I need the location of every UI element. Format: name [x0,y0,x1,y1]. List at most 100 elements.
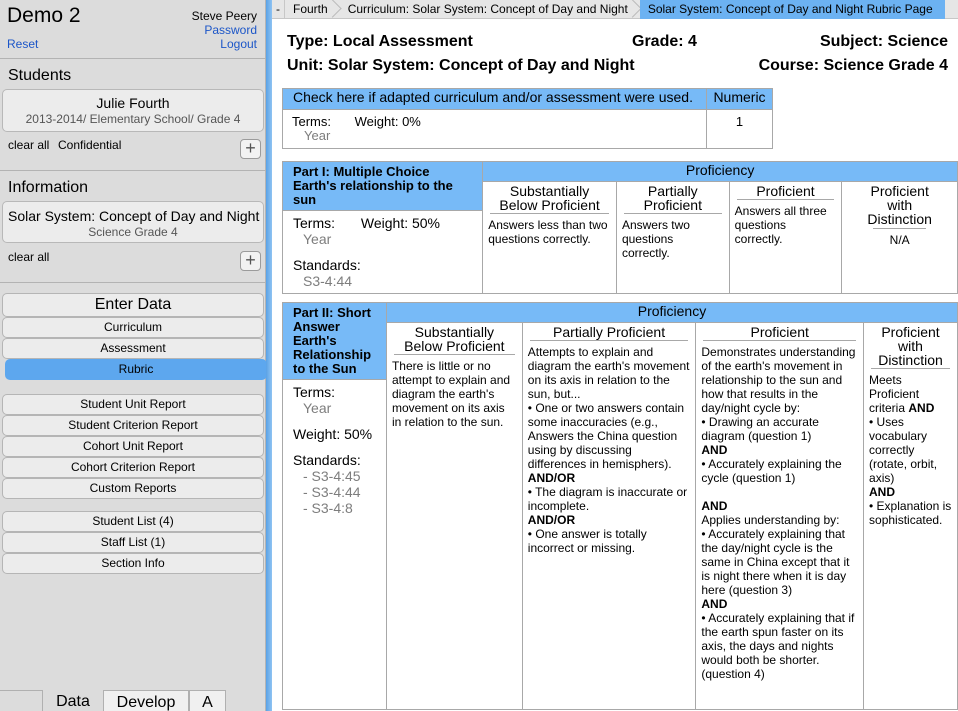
selected-unit-card[interactable]: Solar System: Concept of Day and Night S… [2,201,264,243]
nav-student-list[interactable]: Student List (4) [2,511,264,532]
rubric-line: • Drawing an accurate diagram (question … [701,415,819,443]
assessment-type: Type: Local Assessment [287,33,473,50]
terms-value: Year [303,231,332,247]
confidential-toggle[interactable]: Confidential [58,138,121,152]
adapted-table: Check here if adapted curriculum and/or … [282,88,773,149]
level-desc: N/A [889,233,910,247]
nav-assessment[interactable]: Assessment [2,338,264,359]
students-title: Students [8,67,72,84]
logout-link[interactable]: Logout [220,37,257,51]
part-1-level[interactable]: Substantially Below Proficient Answers l… [482,181,617,294]
nav-custom-reports[interactable]: Custom Reports [2,478,264,499]
terms-label: Terms: [293,384,335,400]
part-1-level[interactable]: Proficient Answers all three questions c… [728,181,843,294]
breadcrumb-student[interactable]: Fourth [285,0,334,19]
nav-cohort-criterion-report[interactable]: Cohort Criterion Report [2,457,264,478]
terms-label: Terms: [292,114,331,129]
nav-staff-list[interactable]: Staff List (1) [2,532,264,553]
nav-cohort-unit-report[interactable]: Cohort Unit Report [2,436,264,457]
numeric-value[interactable]: 1 [706,109,773,149]
unit-name: Solar System: Concept of Day and Night [8,208,260,224]
part-2-level[interactable]: Substantially Below Proficient There is … [385,322,523,710]
standard-item: - S3-4:44 [303,484,361,500]
part-1-level[interactable]: Partially Proficient Answers two questio… [615,181,730,294]
rubric-line: AND [701,499,728,513]
level-desc: Answers two questions correctly. [621,218,690,260]
standard-item: - S3-4:8 [303,500,353,516]
grade: Grade: 4 [632,33,697,50]
tab-a[interactable]: A [189,690,226,711]
add-information-button[interactable]: + [240,251,261,271]
part-2-title: Part II: Short Answer Earth's Relationsh… [282,302,387,380]
student-name: Julie Fourth [96,95,170,111]
rubric-line: AND [869,485,896,499]
level-name: Proficient with Distinction [867,183,932,227]
part-2-proficiency-header: Proficiency [385,302,958,323]
breadcrumb-collapse[interactable]: - [272,0,285,19]
part-2-level[interactable]: Partially Proficient Attempts to explain… [521,322,697,710]
level-name: Proficient [736,184,835,200]
part-2-level[interactable]: Proficient Demonstrates understanding of… [695,322,865,710]
breadcrumb: - Fourth Curriculum: Solar System: Conce… [272,0,958,19]
enter-data-group: Enter Data Curriculum Assessment Rubric [2,293,267,380]
weight: Weight: 0% [354,114,421,129]
numeric-header: Numeric [706,88,773,110]
app-title: Demo 2 [7,4,81,27]
reset-link[interactable]: Reset [7,37,38,51]
divider [0,170,266,171]
level-name: Substantially Below Proficient [490,184,609,214]
rubric-line: AND/OR [527,513,576,527]
level-name: Proficient with Distinction [871,325,950,369]
standards-label: Standards: [293,452,361,468]
lists-group: Student List (4) Staff List (1) Section … [2,511,264,574]
course: Course: Science Grade 4 [758,57,948,74]
tab-data[interactable]: Data [43,690,103,711]
sidebar-splitter[interactable] [266,0,272,711]
weight: Weight: 50% [360,215,441,231]
nav-curriculum[interactable]: Curriculum [2,317,264,338]
selected-student-card[interactable]: Julie Fourth 2013-2014/ Elementary Schoo… [2,89,264,132]
user-name: Steve Peery [191,9,257,23]
nav-rubric[interactable]: Rubric [5,359,267,380]
level-name: Substantially Below Proficient [393,325,515,355]
rubric-line: • Accurately explaining that the day/nig… [701,527,850,597]
nav-student-unit-report[interactable]: Student Unit Report [2,394,264,415]
level-desc: Demonstrates understanding of the earth'… [701,345,858,681]
level-name: Partially Proficient [623,184,722,214]
standard-item: - S3-4:45 [303,468,361,484]
sidebar: Demo 2 Steve Peery Password Reset Logout… [0,0,267,711]
rubric-line [701,485,858,499]
terms-value: Year [304,128,331,143]
rubric-line: Attempts to explain and diagram the eart… [527,345,690,401]
breadcrumb-curriculum[interactable]: Curriculum: Solar System: Concept of Day… [334,0,634,19]
tab-develop[interactable]: Develop [103,690,189,711]
password-link[interactable]: Password [204,23,257,37]
rubric-line: • Uses vocabulary correctly (rotate, orb… [869,415,938,485]
divider [0,58,266,59]
rubric-line: • Accurately explaining that if the eart… [701,611,855,681]
part-1-level[interactable]: Proficient with Distinction N/A [841,181,958,294]
part-2-meta: Terms: Year Weight: 50% Standards: - S3-… [282,379,387,710]
unit: Unit: Solar System: Concept of Day and N… [287,57,635,74]
enter-data-header[interactable]: Enter Data [2,293,264,317]
rubric-line: • The diagram is inaccurate or incomplet… [527,485,688,513]
rubric-line: • Accurately explaining the cycle (quest… [701,457,842,485]
rubric-line: AND [701,597,728,611]
rubric-line-bold: AND [908,401,935,415]
level-name: Proficient [703,325,857,341]
part-1-proficiency-header: Proficiency [482,161,958,182]
adapted-checkbox-header[interactable]: Check here if adapted curriculum and/or … [282,88,707,110]
terms-value: Year [303,400,332,416]
level-desc: Meets Proficient criteria AND • Uses voca… [869,373,952,527]
nav-student-criterion-report[interactable]: Student Criterion Report [2,415,264,436]
divider [0,282,266,283]
nav-section-info[interactable]: Section Info [2,553,264,574]
rubric-line: AND/OR [527,471,576,485]
add-student-button[interactable]: + [240,139,261,159]
rubric-line: There is little or no attempt to explain… [391,359,511,429]
rubric-line: • One answer is totally incorrect or mis… [527,527,647,555]
part-2-level[interactable]: Proficient with Distinction Meets Profic… [863,322,958,710]
information-clear-all[interactable]: clear all [8,250,49,264]
students-clear-all[interactable]: clear all [8,138,49,152]
course-name: Science Grade 4 [88,225,178,239]
